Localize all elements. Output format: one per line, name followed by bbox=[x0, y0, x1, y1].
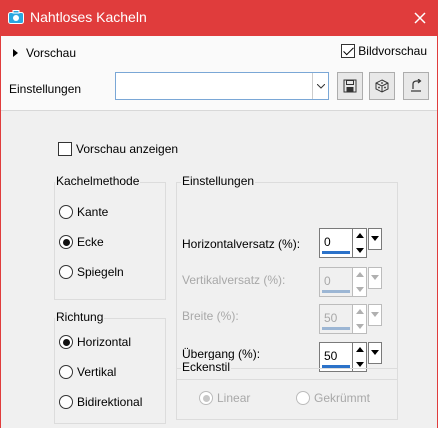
radio-button[interactable] bbox=[59, 235, 73, 249]
vorschau-anzeigen-label: Vorschau anzeigen bbox=[76, 142, 179, 156]
radio-label: Spiegeln bbox=[77, 265, 124, 279]
vorschau-anzeigen-checkbox[interactable]: Vorschau anzeigen bbox=[58, 142, 178, 156]
radio-button[interactable] bbox=[59, 335, 73, 349]
close-button[interactable] bbox=[402, 0, 438, 36]
radio-button[interactable] bbox=[199, 391, 213, 405]
radio-gekruemmt[interactable]: Gekrümmt bbox=[296, 391, 370, 405]
radio-button[interactable] bbox=[296, 391, 310, 405]
dialog-body: Vorschau Bildvorschau Einstellungen Vors… bbox=[0, 36, 438, 428]
richtung-group: Richtung Horizontal Vertikal Bidirektion… bbox=[54, 310, 166, 424]
close-icon bbox=[414, 12, 426, 24]
settings-preset-dropdown[interactable] bbox=[115, 72, 329, 100]
einstellungen-legend: Einstellungen bbox=[181, 174, 256, 188]
breite-value: 50 bbox=[324, 311, 338, 325]
vertikalversatz-label: Vertikalversatz (%): bbox=[182, 273, 286, 287]
separator bbox=[1, 110, 437, 111]
vertikalversatz-input[interactable]: 0 bbox=[319, 267, 353, 297]
preview-toggle-label: Vorschau bbox=[26, 46, 77, 60]
radio-linear[interactable]: Linear bbox=[199, 391, 250, 405]
radio-label: Linear bbox=[217, 391, 251, 405]
horizontalversatz-input[interactable]: 0 bbox=[319, 228, 353, 258]
vertikalversatz-spinner[interactable]: 0 bbox=[319, 267, 383, 297]
vertikalversatz-value: 0 bbox=[324, 274, 331, 288]
spinner-arrows[interactable] bbox=[353, 304, 367, 334]
bildvorschau-checkbox[interactable]: Bildvorschau bbox=[341, 44, 427, 58]
radio-label: Kante bbox=[77, 205, 109, 219]
eckenstil-group: Eckenstil Linear Gekrümmt bbox=[176, 360, 398, 420]
title-bar: Nahtloses Kacheln bbox=[0, 0, 438, 36]
radio-bidirektional[interactable]: Bidirektional bbox=[59, 395, 142, 409]
spinner-arrows[interactable] bbox=[353, 267, 367, 297]
richtung-legend: Richtung bbox=[55, 310, 105, 324]
cube-icon bbox=[375, 79, 389, 93]
bildvorschau-check[interactable] bbox=[341, 44, 356, 58]
value-bar bbox=[322, 251, 350, 254]
spinner-menu-button[interactable] bbox=[368, 228, 382, 250]
app-icon bbox=[8, 10, 24, 24]
top-band: Vorschau Bildvorschau Einstellungen bbox=[1, 36, 437, 110]
bildvorschau-label: Bildvorschau bbox=[358, 44, 427, 58]
vorschau-anzeigen-check[interactable] bbox=[58, 142, 72, 156]
value-bar bbox=[322, 327, 350, 330]
radio-button[interactable] bbox=[59, 365, 73, 379]
radio-button[interactable] bbox=[59, 265, 73, 279]
radio-label: Bidirektional bbox=[77, 395, 143, 409]
kachelmethode-legend: Kachelmethode bbox=[55, 174, 141, 188]
radio-ecke[interactable]: Ecke bbox=[59, 235, 104, 249]
radio-button[interactable] bbox=[59, 205, 73, 219]
horizontalversatz-value: 0 bbox=[324, 235, 331, 249]
preview-toggle[interactable]: Vorschau bbox=[13, 46, 76, 60]
expand-arrow-icon bbox=[13, 49, 18, 57]
chevron-down-icon[interactable] bbox=[312, 73, 328, 99]
horizontalversatz-label: Horizontalversatz (%): bbox=[182, 237, 301, 251]
kachelmethode-group: Kachelmethode Kante Ecke Spiegeln bbox=[54, 174, 166, 300]
reset-icon bbox=[411, 79, 422, 92]
radio-label: Horizontal bbox=[77, 335, 132, 349]
horizontalversatz-spinner[interactable]: 0 bbox=[319, 228, 383, 258]
spinner-menu-button[interactable] bbox=[368, 267, 382, 289]
uebergang-value: 50 bbox=[324, 349, 338, 363]
breite-spinner[interactable]: 50 bbox=[319, 304, 383, 334]
uebergang-label: Übergang (%): bbox=[182, 347, 261, 361]
breite-label: Breite (%): bbox=[182, 309, 239, 323]
radio-kante[interactable]: Kante bbox=[59, 205, 108, 219]
value-bar bbox=[322, 290, 350, 293]
save-icon bbox=[343, 79, 357, 93]
randomize-button[interactable] bbox=[369, 72, 395, 100]
radio-label: Ecke bbox=[77, 235, 104, 249]
eckenstil-legend: Eckenstil bbox=[181, 360, 232, 374]
spinner-menu-button[interactable] bbox=[368, 342, 382, 364]
breite-input[interactable]: 50 bbox=[319, 304, 353, 334]
radio-button[interactable] bbox=[59, 395, 73, 409]
save-preset-button[interactable] bbox=[337, 72, 363, 100]
reset-button[interactable] bbox=[403, 72, 429, 100]
spinner-arrows[interactable] bbox=[353, 228, 367, 258]
window-title: Nahtloses Kacheln bbox=[30, 9, 147, 25]
settings-label: Einstellungen bbox=[9, 82, 82, 96]
radio-spiegeln[interactable]: Spiegeln bbox=[59, 265, 124, 279]
radio-label: Vertikal bbox=[77, 365, 117, 379]
spinner-menu-button[interactable] bbox=[368, 304, 382, 326]
radio-vertikal[interactable]: Vertikal bbox=[59, 365, 116, 379]
radio-label: Gekrümmt bbox=[314, 391, 371, 405]
radio-horizontal[interactable]: Horizontal bbox=[59, 335, 131, 349]
